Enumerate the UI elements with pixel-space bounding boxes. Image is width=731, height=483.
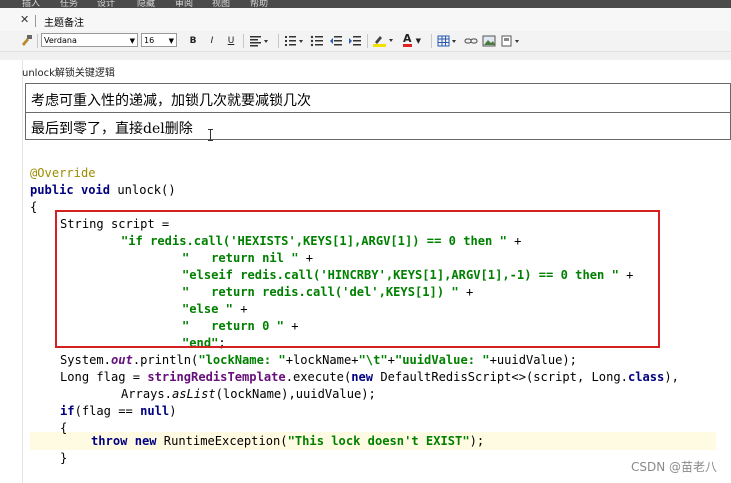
font-color-button[interactable]: A ▼	[399, 33, 425, 48]
code-token: asList	[171, 387, 216, 401]
code-line: Long flag = stringRedisTemplate.execute(…	[60, 369, 679, 386]
left-margin	[0, 60, 22, 483]
code-token: class	[627, 370, 665, 384]
code-token: +uuidValue);	[489, 353, 577, 367]
font-name-value: Verdana	[44, 36, 77, 45]
code-token: {	[30, 200, 38, 214]
highlight-box	[55, 210, 660, 348]
italic-button[interactable]: I	[205, 33, 219, 48]
toolbar-divider	[431, 34, 432, 48]
underline-button[interactable]: U	[224, 33, 238, 48]
note-tab-bar: ✕ 主题备注	[0, 8, 731, 31]
code-token: "lockName: "	[198, 353, 286, 367]
menu-item-design[interactable]: 设计	[97, 0, 115, 8]
highlight-color-icon[interactable]	[371, 33, 397, 48]
table-icon[interactable]	[436, 33, 460, 48]
image-icon[interactable]	[481, 33, 497, 48]
code-line: }	[60, 450, 67, 467]
code-token: .println(	[132, 353, 199, 367]
code-token: Long flag =	[60, 370, 148, 384]
code-line: throw new RuntimeException("This lock do…	[91, 433, 484, 450]
chevron-down-icon: ▼	[415, 36, 421, 45]
toolbar-bottom-strip	[0, 52, 731, 60]
close-icon[interactable]: ✕	[20, 13, 29, 26]
menu-item-review[interactable]: 审阅	[175, 0, 193, 8]
menu-item-hide[interactable]: 隐藏	[137, 0, 155, 8]
tab-title[interactable]: 主题备注	[44, 14, 84, 29]
menu-item-insert[interactable]: 插入	[22, 0, 40, 8]
code-token: new	[351, 370, 374, 384]
code-line: Arrays.asList(lockName),uuidValue);	[121, 386, 376, 403]
code-line: if(flag == null)	[60, 403, 177, 420]
chevron-down-icon: ▼	[129, 37, 135, 45]
toolbar-divider	[367, 34, 368, 48]
numbered-list-icon[interactable]	[283, 33, 305, 48]
decrease-indent-icon[interactable]	[328, 33, 344, 48]
insert-object-icon[interactable]	[500, 33, 524, 48]
menu-bar: 插入 任务 设计 隐藏 审阅 视图 帮助	[0, 0, 731, 8]
code-token: null	[140, 404, 170, 418]
text-cursor-icon	[208, 129, 213, 141]
code-token: Arrays.	[121, 387, 172, 401]
code-token: unlock()	[110, 183, 176, 197]
bullet-list-icon[interactable]	[309, 33, 325, 48]
code-token: DefaultRedisScript<>(script, Long.	[373, 370, 628, 384]
watermark: CSDN @苗老八	[630, 460, 717, 474]
code-token: throw	[91, 434, 128, 448]
code-token: (lockName),uuidValue);	[215, 387, 376, 401]
code-token: {	[60, 421, 68, 435]
code-line: {	[60, 420, 67, 437]
align-left-icon[interactable]	[248, 33, 270, 48]
increase-indent-icon[interactable]	[347, 33, 363, 48]
link-icon[interactable]	[463, 33, 479, 48]
font-size-value: 16	[144, 36, 155, 45]
menu-item-view[interactable]: 视图	[212, 0, 230, 8]
table-row[interactable]: 最后到零了，直接del删除	[26, 112, 730, 139]
code-token: .execute(	[285, 370, 352, 384]
table-row[interactable]: 考虑可重入性的递减，加锁几次就要减锁几次	[26, 84, 730, 113]
code-token: +lockName+	[285, 353, 359, 367]
code-token: (flag ==	[74, 404, 141, 418]
menu-item-task[interactable]: 任务	[60, 0, 78, 8]
code-token: if	[60, 404, 75, 418]
chevron-down-icon: ▼	[168, 37, 174, 45]
font-size-select[interactable]: 16 ▼	[141, 33, 177, 47]
code-token: +	[387, 353, 395, 367]
code-token: void	[80, 183, 111, 197]
code-token: )	[169, 404, 177, 418]
code-block[interactable]: @Override public void unlock() { String …	[30, 165, 679, 465]
toolbar-divider	[37, 34, 38, 48]
code-token: out	[110, 353, 133, 367]
format-painter-icon[interactable]	[18, 33, 34, 48]
bold-button[interactable]: B	[186, 33, 200, 48]
menu-item-help[interactable]: 帮助	[250, 0, 268, 8]
tab-separator	[35, 15, 36, 27]
font-color-letter: A	[403, 32, 412, 47]
code-token: System.	[60, 353, 111, 367]
note-left-border	[22, 60, 23, 483]
code-token: }	[60, 451, 68, 465]
code-token: public	[30, 183, 74, 197]
format-toolbar: Verdana ▼ 16 ▼ B I U A ▼	[0, 31, 731, 52]
code-token: );	[469, 434, 485, 448]
code-line: public void unlock()	[30, 182, 176, 199]
code-token: @Override	[30, 166, 96, 180]
toolbar-divider	[278, 34, 279, 48]
code-line: @Override	[30, 165, 96, 182]
code-token: RuntimeException(	[156, 434, 288, 448]
toolbar-divider	[243, 34, 244, 48]
code-token: new	[134, 434, 157, 448]
table-cell-text: 最后到零了，直接del删除	[31, 121, 193, 137]
note-subject[interactable]: unlock解锁关键逻辑	[22, 64, 115, 79]
code-token: ),	[664, 370, 679, 384]
code-token: "This lock doesn't EXIST"	[287, 434, 470, 448]
code-line: {	[30, 199, 37, 216]
code-token: stringRedisTemplate	[147, 370, 286, 384]
code-line: System.out.println("lockName: "+lockName…	[60, 352, 577, 369]
font-name-select[interactable]: Verdana ▼	[41, 33, 138, 47]
code-token: "\t"	[358, 353, 388, 367]
table-cell-text: 考虑可重入性的递减，加锁几次就要减锁几次	[31, 93, 311, 109]
note-table: 考虑可重入性的递减，加锁几次就要减锁几次 最后到零了，直接del删除	[25, 83, 731, 140]
code-token: "uuidValue: "	[394, 353, 490, 367]
